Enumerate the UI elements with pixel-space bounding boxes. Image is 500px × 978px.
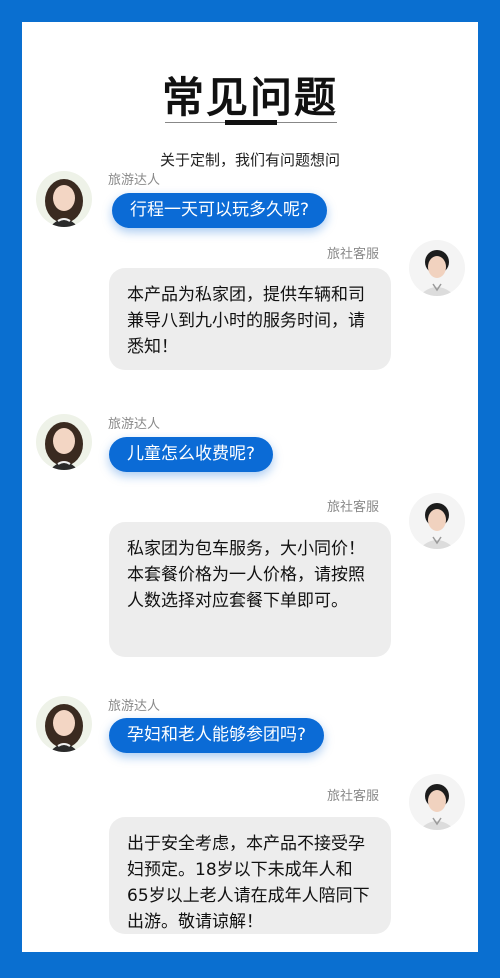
page-subtitle: 关于定制，我们有问题想问 (159, 151, 340, 169)
traveler-avatar-icon (36, 696, 92, 752)
agency-avatar-icon (409, 774, 465, 830)
title-divider-accent (225, 120, 277, 125)
agency-name: 旅社客服 (327, 247, 380, 262)
traveler-avatar-icon (36, 414, 92, 470)
answer-bubble-1: 本产品为私家团，提供车辆和司兼导八到九小时的服务时间，请悉知！ (109, 268, 391, 370)
question-bubble-1: 行程一天可以玩多久呢? (112, 193, 328, 228)
agency-name: 旅社客服 (327, 500, 380, 515)
answer-bubble-3: 出于安全考虑，本产品不接受孕妇预定。18岁以下未成年人和65岁以上老人请在成年人… (109, 817, 391, 934)
traveler-avatar-icon (36, 171, 92, 227)
traveler-name: 旅游达人 (108, 699, 161, 714)
page-title: 常见问题 (161, 73, 338, 122)
agency-name: 旅社客服 (327, 789, 380, 804)
faq-card: 常见问题 关于定制，我们有问题想问 旅游达人 行程一天可以玩多久呢? 旅社客服 … (22, 22, 478, 952)
question-bubble-3: 孕妇和老人能够参团吗? (109, 718, 325, 753)
answer-bubble-2: 私家团为包车服务，大小同价！本套餐价格为一人价格，请按照人数选择对应套餐下单即可… (109, 522, 391, 657)
traveler-name: 旅游达人 (108, 173, 161, 188)
agency-avatar-icon (409, 240, 465, 296)
traveler-name: 旅游达人 (108, 417, 161, 432)
question-bubble-2: 儿童怎么收费呢? (109, 437, 274, 472)
agency-avatar-icon (409, 493, 465, 549)
